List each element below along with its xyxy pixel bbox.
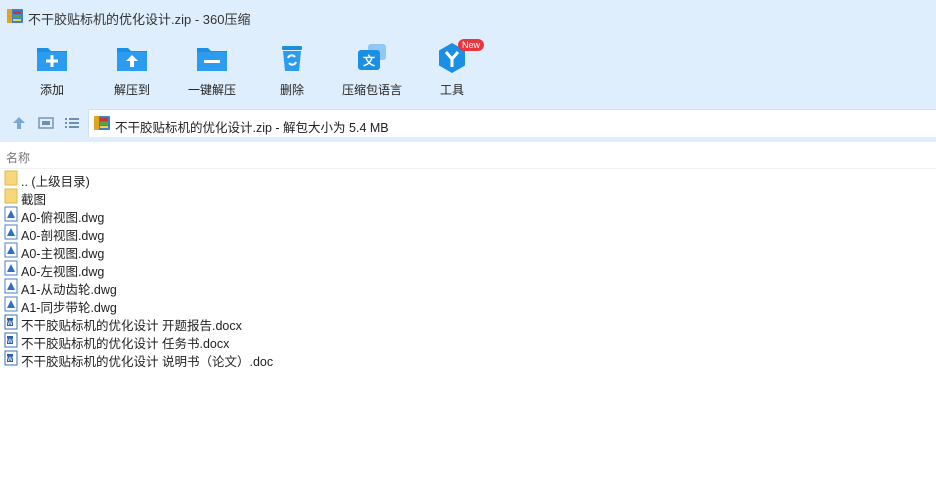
recycle-bin-icon — [282, 46, 302, 71]
dwg-file-icon — [4, 242, 18, 258]
svg-text:W: W — [7, 356, 13, 363]
list-item-file[interactable]: A0-主视图.dwg — [0, 241, 936, 261]
navigation-bar: 不干胶贴标机的优化设计.zip - 解包大小为 5.4 MB — [0, 104, 936, 142]
file-list: .. (上级目录) 截图 A0-俯视图.dwg A0-剖视图.dwg A0-主视… — [0, 169, 936, 369]
new-badge: New — [458, 39, 485, 51]
dwg-file-icon — [4, 260, 18, 276]
one-click-extract-button[interactable]: 一键解压 — [172, 40, 252, 100]
list-item-file[interactable]: W 不干胶贴标机的优化设计 开题报告.docx — [0, 313, 936, 333]
delete-button[interactable]: 删除 — [252, 40, 332, 100]
file-name: 不干胶贴标机的优化设计 说明书（论文）.doc — [21, 355, 274, 369]
list-item-folder[interactable]: 截图 — [0, 187, 936, 207]
dwg-file-icon — [4, 296, 18, 312]
dwg-file-icon — [4, 278, 18, 294]
list-item-file[interactable]: A1-同步带轮.dwg — [0, 295, 936, 315]
zip-file-icon — [94, 116, 110, 130]
delete-label: 删除 — [279, 83, 304, 97]
up-arrow-icon[interactable] — [10, 114, 28, 132]
folder-icon — [4, 188, 18, 204]
list-item-file[interactable]: A0-左视图.dwg — [0, 259, 936, 279]
language-button[interactable]: 文 压缩包语言 — [332, 40, 412, 100]
svg-text:W: W — [7, 338, 13, 345]
dwg-file-icon — [4, 206, 18, 222]
svg-text:文: 文 — [363, 53, 376, 68]
dwg-file-icon — [4, 224, 18, 240]
folder-icon — [4, 170, 18, 186]
list-item-file[interactable]: A0-俯视图.dwg — [0, 205, 936, 225]
word-doc-icon: W — [4, 332, 18, 348]
title-bar: 不干胶贴标机的优化设计.zip - 360压缩 — [0, 0, 936, 34]
one-click-extract-label: 一键解压 — [187, 83, 236, 97]
extract-to-label: 解压到 — [113, 83, 150, 97]
list-view-icon[interactable] — [63, 114, 81, 132]
word-doc-icon: W — [4, 350, 18, 366]
list-item-file[interactable]: W 不干胶贴标机的优化设计 任务书.docx — [0, 331, 936, 351]
add-label: 添加 — [39, 83, 64, 97]
toolbar: 添加 解压到 一键解压 删除 文 压缩包语言 New 工具 — [0, 34, 936, 104]
column-name-header[interactable]: 名称 — [6, 149, 30, 166]
window-title: 不干胶贴标机的优化设计.zip - 360压缩 — [28, 12, 251, 27]
address-bar[interactable]: 不干胶贴标机的优化设计.zip - 解包大小为 5.4 MB — [88, 109, 936, 137]
language-label: 压缩包语言 — [341, 83, 402, 97]
add-folder-icon — [37, 48, 67, 71]
add-button[interactable]: 添加 — [12, 40, 92, 100]
tools-label: 工具 — [439, 83, 464, 97]
word-doc-icon: W — [4, 314, 18, 330]
tools-button[interactable]: New 工具 — [412, 39, 492, 100]
column-header: 名称 — [0, 142, 936, 169]
extract-folder-icon — [117, 48, 147, 71]
list-item-file[interactable]: A1-从动齿轮.dwg — [0, 277, 936, 297]
list-item-parent-dir[interactable]: .. (上级目录) — [0, 169, 936, 189]
list-item-file[interactable]: A0-剖视图.dwg — [0, 223, 936, 243]
zip-archive-icon — [7, 9, 23, 23]
one-click-extract-icon — [197, 48, 227, 71]
svg-text:W: W — [7, 320, 13, 327]
list-item-file[interactable]: W 不干胶贴标机的优化设计 说明书（论文）.doc — [0, 349, 936, 369]
thumbnail-view-icon[interactable] — [37, 114, 55, 132]
extract-to-button[interactable]: 解压到 — [92, 40, 172, 100]
path-text: 不干胶贴标机的优化设计.zip - 解包大小为 5.4 MB — [115, 121, 389, 135]
language-icon: 文 — [358, 44, 386, 70]
